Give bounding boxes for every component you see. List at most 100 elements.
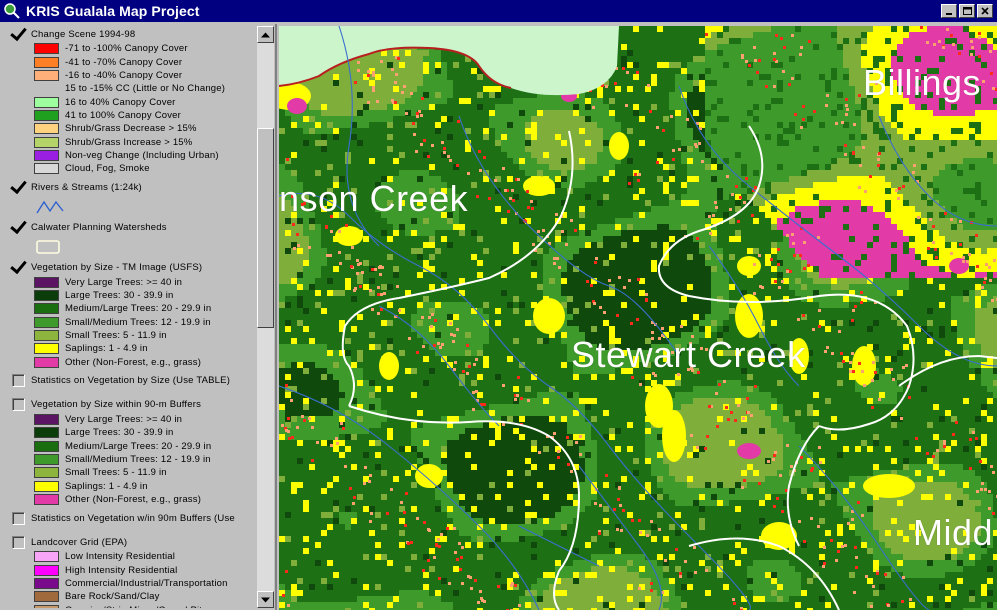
legend-swatch [34,427,59,439]
layer-header[interactable]: Statistics on Vegetation by Size (Use TA… [4,373,257,389]
legend-swatch [34,163,59,175]
legend-swatch [34,149,59,161]
legend-class-row: Small Trees: 5 - 11.9 in [4,466,257,479]
minimize-button[interactable] [941,4,957,18]
legend-class-row: Small Trees: 5 - 11.9 in [4,329,257,342]
legend-class-row: High Intensity Residential [4,564,257,577]
map-canvas[interactable] [279,26,997,610]
layer-visibility-checkmark[interactable] [12,181,25,194]
legend-class-label: -41 to -70% Canopy Cover [65,56,183,68]
layer-header[interactable]: Rivers & Streams (1:24k) [4,179,257,195]
legend-scrollbar[interactable] [257,26,274,608]
legend-swatch [34,289,59,301]
window-title: KRIS Gualala Map Project [26,3,200,19]
legend-panel: Change Scene 1994-98 -71 to -100% Canopy … [0,24,277,610]
legend-class-label: Shrub/Grass Increase > 15% [65,136,193,148]
legend-layer: Statistics on Vegetation w/in 90m Buffer… [4,510,257,534]
close-button[interactable] [977,4,993,18]
layer-name: Statistics on Vegetation w/in 90m Buffer… [31,512,235,524]
watershed-label-stewart-creek: Stewart Creek [571,334,806,375]
legend-swatch [34,578,59,590]
legend-class-label: Quarries/Strip Mines/Gravel Pits [65,605,207,608]
layer-name: Vegetation by Size within 90-m Buffers [31,399,202,411]
legend-class-label: Small Trees: 5 - 11.9 in [65,329,167,341]
legend-class-row: -16 to -40% Canopy Cover [4,69,257,82]
scrollbar-thumb[interactable] [257,128,274,328]
layer-name: Calwater Planning Watersheds [31,221,167,233]
legend-class-row: Saplings: 1 - 4.9 in [4,480,257,493]
layer-header[interactable]: Change Scene 1994-98 [4,26,257,42]
layer-visibility-checkbox[interactable] [12,398,25,412]
legend-class-row: 41 to 100% Canopy Cover [4,109,257,122]
layer-visibility-checkbox[interactable] [12,374,25,388]
layer-visibility-checkmark[interactable] [12,221,25,234]
legend-class-label: Non-veg Change (Including Urban) [65,149,219,161]
legend-class-row: Saplings: 1 - 4.9 in [4,342,257,355]
legend-swatch [34,356,59,368]
layer-visibility-checkbox[interactable] [12,535,25,549]
maximize-button[interactable] [959,4,975,18]
legend-class-label: 16 to 40% Canopy Cover [65,96,176,108]
layer-name: Statistics on Vegetation by Size (Use TA… [31,375,231,387]
scroll-down-arrow-icon[interactable] [257,591,274,608]
legend-class-label: -71 to -100% Canopy Cover [65,43,188,55]
legend-layer: Rivers & Streams (1:24k) [4,179,257,219]
legend-class-row: Low Intensity Residential [4,550,257,563]
legend-class-label: 15 to -15% CC (Little or No Change) [65,83,226,95]
legend-class-label: Bare Rock/Sand/Clay [65,591,160,603]
scroll-up-arrow-icon[interactable] [257,26,274,43]
legend-class-row: Non-veg Change (Including Urban) [4,149,257,162]
layer-header[interactable]: Landcover Grid (EPA) [4,534,257,550]
magnifier-globe-icon [4,3,20,19]
layer-name: Rivers & Streams (1:24k) [31,181,142,193]
legend-class-row: Very Large Trees: >= 40 in [4,275,257,288]
legend-class-row: Small/Medium Trees: 12 - 19.9 in [4,453,257,466]
legend-class-label: Very Large Trees: >= 40 in [65,276,183,288]
legend-swatch [34,69,59,81]
watershed-label-nson-creek: nson Creek [279,178,469,219]
legend-layer: Landcover Grid (EPA) Low Intensity Reside… [4,534,257,608]
layer-header[interactable]: Vegetation by Size - TM Image (USFS) [4,259,257,275]
legend-class-label: Saplings: 1 - 4.9 in [65,343,148,355]
legend-swatch [34,467,59,479]
legend-layer: Statistics on Vegetation by Size (Use TA… [4,373,257,397]
legend-class-row: Small/Medium Trees: 12 - 19.9 in [4,315,257,328]
layer-header[interactable]: Calwater Planning Watersheds [4,219,257,235]
legend-swatch [34,414,59,426]
legend-class-label: Small/Medium Trees: 12 - 19.9 in [65,316,211,328]
legend-swatch [34,440,59,452]
legend-swatch [34,480,59,492]
layer-header[interactable]: Statistics on Vegetation w/in 90m Buffer… [4,510,257,526]
legend-class-label: Other (Non-Forest, e.g., grass) [65,356,202,368]
legend-class-label: Medium/Large Trees: 20 - 29.9 in [65,440,212,452]
layer-name: Landcover Grid (EPA) [31,536,128,548]
legend-class-row: Other (Non-Forest, e.g., grass) [4,356,257,369]
legend-class-label: Cloud, Fog, Smoke [65,163,150,175]
legend-swatch [34,329,59,341]
layer-visibility-checkmark[interactable] [12,28,25,41]
legend-class-row: 16 to 40% Canopy Cover [4,95,257,108]
legend-class-label: Medium/Large Trees: 20 - 29.9 in [65,303,212,315]
legend-class-row: Medium/Large Trees: 20 - 29.9 in [4,302,257,315]
layer-name: Change Scene 1994-98 [31,28,136,40]
legend-class-label: Very Large Trees: >= 40 in [65,414,183,426]
legend-swatch [34,96,59,108]
legend-swatch [34,316,59,328]
legend-class-label: 41 to 100% Canopy Cover [65,109,182,121]
legend-class-label: -16 to -40% Canopy Cover [65,69,183,81]
layer-name: Vegetation by Size - TM Image (USFS) [31,261,203,273]
legend-layer: Change Scene 1994-98 -71 to -100% Canopy … [4,26,257,179]
legend-class-row: Very Large Trees: >= 40 in [4,413,257,426]
legend-class-label: Shrub/Grass Decrease > 15% [65,123,197,135]
legend-class-row: Shrub/Grass Increase > 15% [4,135,257,148]
legend-class-label: Other (Non-Forest, e.g., grass) [65,494,202,506]
map-view[interactable]: nson Creek Stewart Creek Billings Midd [279,26,997,610]
layer-visibility-checkbox[interactable] [12,511,25,525]
legend-swatch [34,494,59,506]
legend-class-label: Small Trees: 5 - 11.9 in [65,467,167,479]
layer-visibility-checkmark[interactable] [12,261,25,274]
layer-header[interactable]: Vegetation by Size within 90-m Buffers [4,397,257,413]
legend-class-row: -71 to -100% Canopy Cover [4,42,257,55]
legend-class-row: Large Trees: 30 - 39.9 in [4,426,257,439]
legend-class-row: 15 to -15% CC (Little or No Change) [4,82,257,95]
